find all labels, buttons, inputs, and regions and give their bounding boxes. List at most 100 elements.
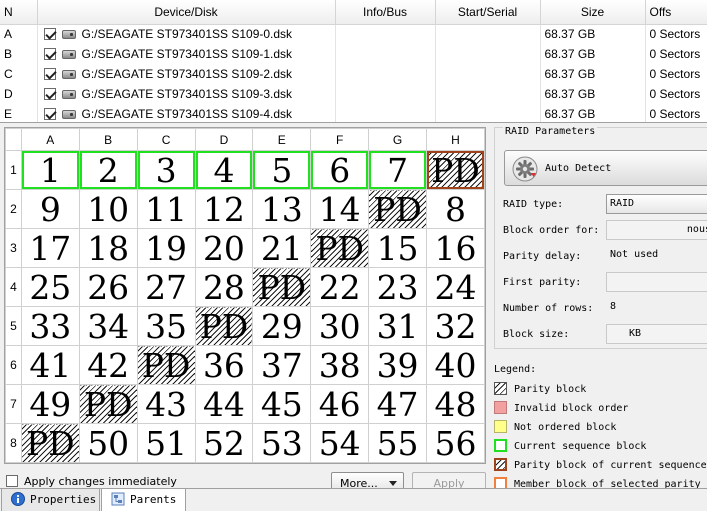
grid-cell[interactable]: 23	[368, 267, 427, 307]
grid-cell[interactable]: 10	[78, 189, 138, 229]
grid-cell[interactable]: 34	[78, 306, 138, 346]
grid-cell[interactable]: 54	[310, 423, 370, 463]
grid-cell[interactable]: 42	[78, 345, 138, 385]
grid-cell-current[interactable]: 5	[252, 150, 312, 190]
grid-cell[interactable]: 36	[194, 345, 254, 385]
grid-row-header[interactable]: 8	[5, 423, 22, 463]
grid-cell[interactable]: 31	[368, 306, 427, 346]
grid-cell[interactable]: 29	[252, 306, 312, 346]
grid-cell-parity[interactable]: PD	[136, 345, 196, 385]
grid-cell[interactable]: 12	[194, 189, 254, 229]
grid-cell[interactable]: 46	[310, 384, 370, 424]
grid-cell[interactable]: 26	[78, 267, 138, 307]
checkbox-unchecked-icon[interactable]	[6, 475, 18, 487]
grid-cell[interactable]: 20	[194, 228, 254, 268]
grid-row-header[interactable]: 5	[5, 306, 22, 346]
grid-cell[interactable]: 50	[78, 423, 138, 463]
grid-cell-parity[interactable]: PD	[252, 267, 312, 307]
grid-cell[interactable]: 25	[20, 267, 80, 307]
grid-cell-current[interactable]: 7	[368, 150, 427, 190]
parity-delay-value[interactable]: Not used	[606, 246, 707, 266]
checkbox-checked-icon[interactable]	[43, 88, 56, 100]
grid-cell-parity-current[interactable]: PD	[426, 150, 485, 190]
tab-parents[interactable]: Parents	[101, 489, 186, 511]
checkbox-checked-icon[interactable]	[43, 48, 56, 60]
grid-row-header[interactable]: 1	[5, 150, 22, 190]
grid-cell[interactable]: 8	[426, 189, 485, 229]
grid-cell[interactable]: 14	[310, 189, 370, 229]
grid-cell[interactable]: 15	[368, 228, 427, 268]
grid-cell[interactable]: 21	[252, 228, 312, 268]
grid-column-header[interactable]: E	[252, 128, 312, 151]
table-row[interactable]: C G:/SEAGATE ST973401SS S109-2.dsk 68.37 G…	[0, 64, 707, 84]
grid-cell[interactable]: 55	[368, 423, 427, 463]
grid-column-header[interactable]: H	[426, 128, 485, 151]
grid-column-header[interactable]: B	[78, 128, 138, 151]
grid-cell[interactable]: 13	[252, 189, 312, 229]
grid-cell[interactable]: 52	[194, 423, 254, 463]
grid-cell-current[interactable]: 3	[136, 150, 196, 190]
grid-cell[interactable]: 40	[426, 345, 485, 385]
grid-cell[interactable]: 32	[426, 306, 485, 346]
grid-cell[interactable]: 41	[20, 345, 80, 385]
column-header-offset[interactable]: Offs	[645, 0, 707, 25]
table-row[interactable]: E G:/SEAGATE ST973401SS S109-4.dsk 68.37 G…	[0, 104, 707, 122]
grid-row-header[interactable]: 2	[5, 189, 22, 229]
grid-cell-parity[interactable]: PD	[20, 423, 80, 463]
checkbox-checked-icon[interactable]	[43, 28, 56, 41]
column-header-device[interactable]: Device/Disk	[37, 0, 336, 25]
raid-type-select[interactable]: RAID	[606, 194, 707, 214]
grid-cell-parity[interactable]: PD	[368, 189, 427, 229]
grid-cell-current[interactable]: 1	[20, 150, 80, 190]
auto-detect-button[interactable]: Auto Detect	[504, 150, 707, 186]
grid-cell[interactable]: 56	[426, 423, 485, 463]
grid-cell[interactable]: 17	[20, 228, 80, 268]
checkbox-checked-icon[interactable]	[43, 68, 56, 80]
grid-cell[interactable]: 11	[136, 189, 196, 229]
grid-cell[interactable]: 51	[136, 423, 196, 463]
grid-cell-parity[interactable]: PD	[194, 306, 254, 346]
grid-cell[interactable]: 28	[194, 267, 254, 307]
table-row[interactable]: A G:/SEAGATE ST973401SS S109-0.dsk 68.37 G…	[0, 24, 707, 44]
grid-cell[interactable]: 43	[136, 384, 196, 424]
rows-value[interactable]: 8	[606, 298, 707, 318]
column-header-n[interactable]: N	[0, 0, 38, 25]
first-parity-field[interactable]	[606, 272, 707, 292]
grid-cell-current[interactable]: 4	[194, 150, 254, 190]
column-header-start[interactable]: Start/Serial	[435, 0, 541, 25]
grid-cell[interactable]: 38	[310, 345, 370, 385]
grid-cell[interactable]: 19	[136, 228, 196, 268]
grid-cell[interactable]: 33	[20, 306, 80, 346]
tab-properties[interactable]: Properties	[1, 489, 100, 511]
grid-cell[interactable]: 35	[136, 306, 196, 346]
grid-cell-parity[interactable]: PD	[78, 384, 138, 424]
grid-column-header[interactable]: G	[368, 128, 427, 151]
grid-row-header[interactable]: 6	[5, 345, 22, 385]
grid-column-header[interactable]: F	[310, 128, 370, 151]
grid-cell[interactable]: 22	[310, 267, 370, 307]
block-order-select[interactable]: nous	[606, 220, 707, 240]
grid-row-header[interactable]: 7	[5, 384, 22, 424]
checkbox-checked-icon[interactable]	[43, 108, 56, 120]
grid-cell-current[interactable]: 2	[78, 150, 138, 190]
apply-immediately-checkbox[interactable]: Apply changes immediately	[6, 475, 177, 488]
grid-cell-parity[interactable]: PD	[310, 228, 370, 268]
grid-cell[interactable]: 27	[136, 267, 196, 307]
table-row[interactable]: B G:/SEAGATE ST973401SS S109-1.dsk 68.37 G…	[0, 44, 707, 64]
grid-cell-current[interactable]: 6	[310, 150, 370, 190]
grid-cell[interactable]: 45	[252, 384, 312, 424]
grid-cell[interactable]: 39	[368, 345, 427, 385]
grid-cell[interactable]: 16	[426, 228, 485, 268]
grid-cell[interactable]: 48	[426, 384, 485, 424]
grid-cell[interactable]: 53	[252, 423, 312, 463]
grid-cell[interactable]: 18	[78, 228, 138, 268]
column-header-info[interactable]: Info/Bus	[335, 0, 436, 25]
grid-cell[interactable]: 24	[426, 267, 485, 307]
grid-cell[interactable]: 9	[20, 189, 80, 229]
grid-column-header[interactable]: A	[20, 128, 80, 151]
block-size-field[interactable]: KB	[606, 324, 707, 344]
grid-row-header[interactable]: 4	[5, 267, 22, 307]
grid-cell[interactable]: 30	[310, 306, 370, 346]
column-header-size[interactable]: Size	[540, 0, 646, 25]
grid-cell[interactable]: 47	[368, 384, 427, 424]
